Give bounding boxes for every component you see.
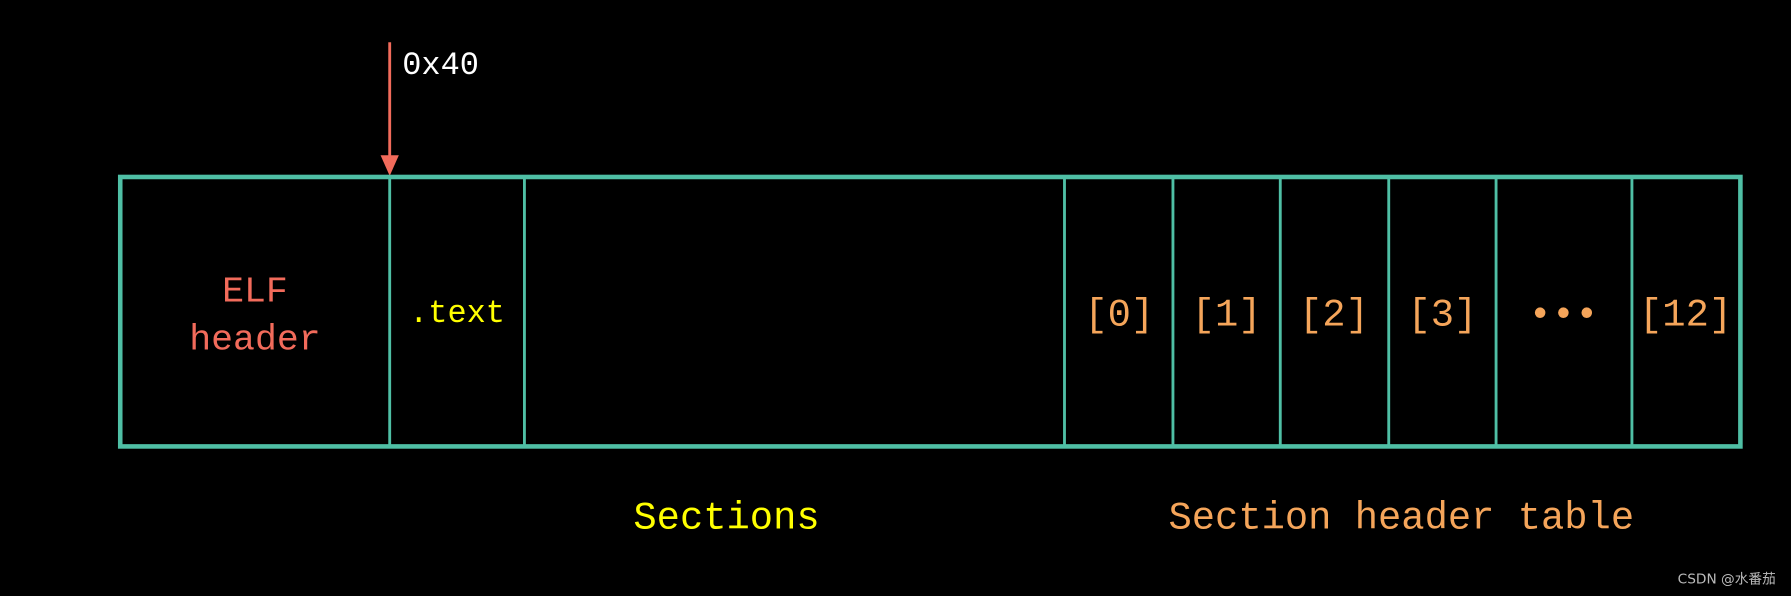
arrow-head bbox=[380, 155, 399, 176]
elf-layout-diagram: 0x40 ELF header .text [0] [1] [2] [3] ••… bbox=[117, 42, 1776, 587]
text-section-label: .text bbox=[409, 295, 505, 332]
section-header-entries: [0] [1] [2] [3] ••• [12] bbox=[1084, 293, 1732, 337]
section-header-0: [0] bbox=[1084, 293, 1154, 337]
offset-arrow bbox=[380, 42, 399, 176]
section-header-ellipsis: ••• bbox=[1529, 293, 1599, 337]
section-header-2: [2] bbox=[1299, 293, 1369, 337]
elf-header-line1: ELF bbox=[222, 271, 288, 312]
section-header-table-label: Section header table bbox=[1168, 497, 1634, 541]
section-header-12: [12] bbox=[1639, 293, 1732, 337]
watermark: CSDN @水番茄 bbox=[1678, 570, 1776, 587]
section-header-3: [3] bbox=[1407, 293, 1477, 337]
section-header-1: [1] bbox=[1192, 293, 1262, 337]
offset-label: 0x40 bbox=[402, 47, 479, 84]
elf-header-line2: header bbox=[189, 319, 320, 360]
sections-label: Sections bbox=[633, 497, 819, 541]
